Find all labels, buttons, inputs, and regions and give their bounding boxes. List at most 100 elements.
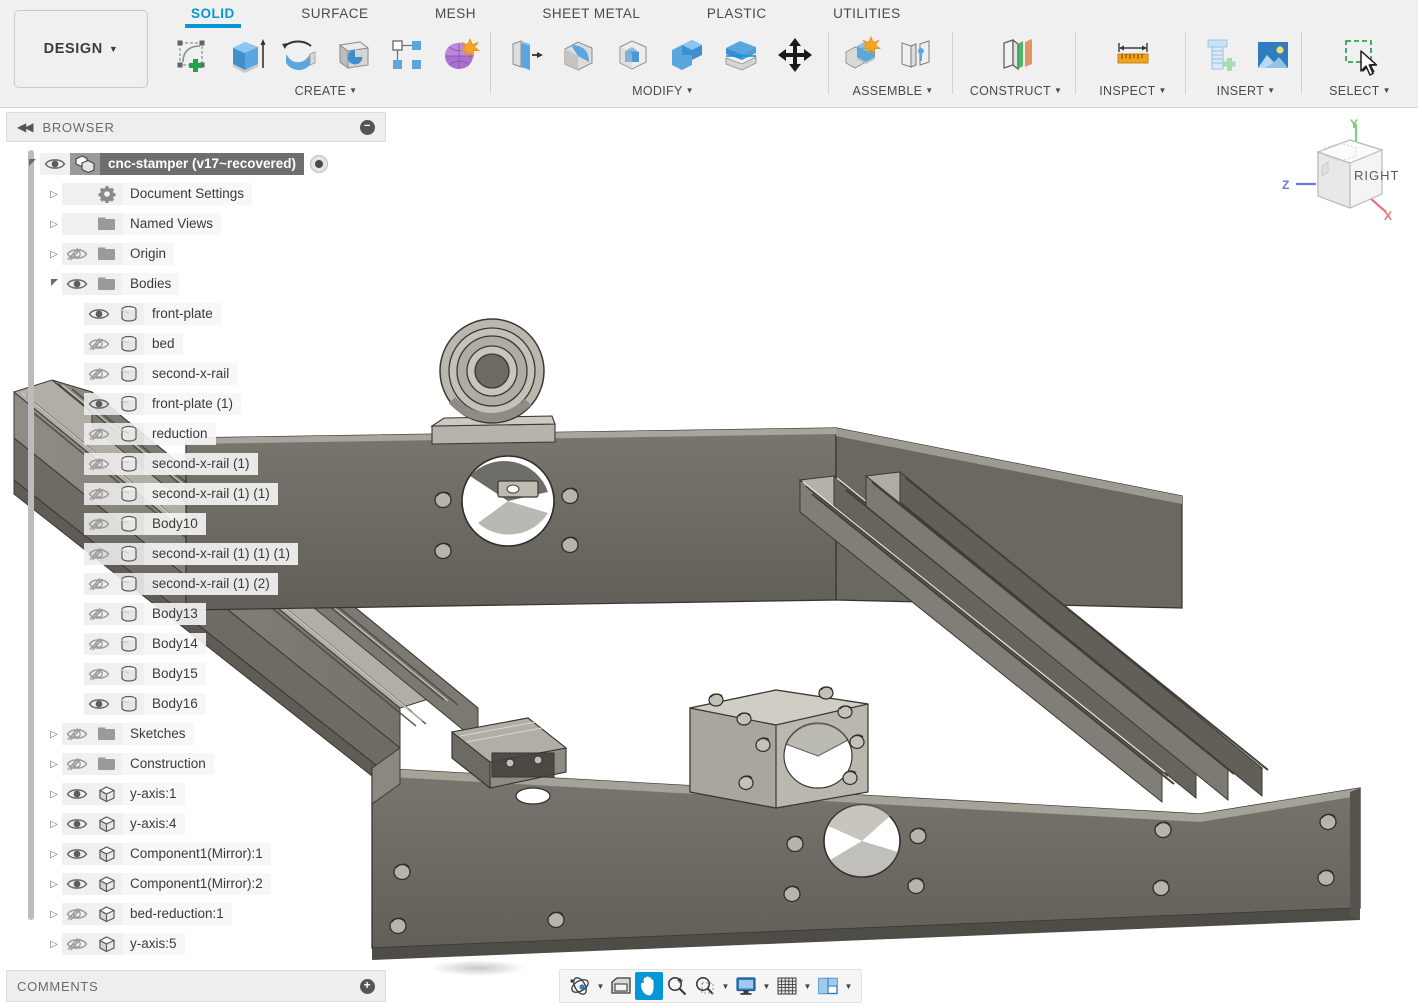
eye-visible-icon[interactable] [84,693,114,715]
panel-insert-label[interactable]: INSERT▼ [1191,84,1301,98]
insert-mcmaster-icon[interactable] [1192,28,1246,82]
expand-arrow-closed-icon[interactable]: ▷ [46,939,62,950]
chevron-down-icon[interactable]: ▼ [842,982,855,991]
form-icon[interactable] [433,28,487,82]
tab-plastic[interactable]: PLASTIC [707,0,767,25]
eye-hidden-icon[interactable] [84,633,114,655]
eye-hidden-icon[interactable] [84,663,114,685]
eye-visible-icon[interactable] [62,273,92,295]
orbit-icon[interactable] [566,972,594,1000]
panel-modify-label[interactable]: MODIFY▼ [498,84,828,98]
tree-node-label[interactable]: cnc-stamper (v17~recovered) [100,153,304,175]
measure-icon[interactable] [1106,28,1160,82]
eye-hidden-icon[interactable] [84,423,114,445]
tree-node-label[interactable]: bed [144,333,183,355]
expand-arrow-closed-icon[interactable]: ▷ [46,819,62,830]
tree-row[interactable]: second-x-rail (1) (1) [6,479,386,509]
panel-inspect-label[interactable]: INSPECT▼ [1081,84,1185,98]
offset-plane-icon[interactable] [989,28,1043,82]
expand-arrow-closed-icon[interactable]: ▷ [46,729,62,740]
eye-hidden-icon[interactable] [62,723,92,745]
tree-node-label[interactable]: Bodies [122,273,179,295]
tree-node-label[interactable]: second-x-rail [144,363,237,385]
tree-row[interactable]: ▷bed-reduction:1 [6,899,386,929]
eye-visible-icon[interactable] [84,303,114,325]
tree-node-label[interactable]: Origin [122,243,174,265]
new-component-icon[interactable] [834,28,888,82]
tree-row[interactable]: Body13 [6,599,386,629]
offset-face-icon[interactable] [714,28,768,82]
chevron-down-icon[interactable]: ▼ [801,982,814,991]
combine-icon[interactable] [660,28,714,82]
tree-node-label[interactable]: Component1(Mirror):2 [122,873,271,895]
viewcube[interactable]: Y Z X RIGHT [1278,116,1398,226]
expand-arrow-closed-icon[interactable]: ▷ [46,849,62,860]
tree-node-label[interactable]: Document Settings [122,183,252,205]
tree-row[interactable]: Body15 [6,659,386,689]
tree-row[interactable]: reduction [6,419,386,449]
tree-row[interactable]: Body10 [6,509,386,539]
tree-row[interactable]: second-x-rail (1) (1) (1) [6,539,386,569]
chevron-down-icon[interactable]: ▼ [594,982,607,991]
expand-arrow-closed-icon[interactable]: ▷ [46,249,62,260]
tree-node-label[interactable]: front-plate [144,303,221,325]
tree-row[interactable]: Body14 [6,629,386,659]
eye-visible-icon[interactable] [62,813,92,835]
expand-arrow-closed-icon[interactable]: ▷ [46,189,62,200]
comments-panel[interactable]: COMMENTS + [6,970,386,1002]
tree-node-label[interactable]: second-x-rail (1) (1) [144,483,278,505]
tree-row[interactable]: front-plate [6,299,386,329]
activate-component-radio[interactable] [310,155,328,173]
extrude-icon[interactable] [219,28,273,82]
tree-node-label[interactable]: Component1(Mirror):1 [122,843,271,865]
expand-arrow-closed-icon[interactable]: ▷ [46,879,62,890]
create-sketch-icon[interactable] [165,28,219,82]
joint-icon[interactable] [888,28,942,82]
insert-canvas-icon[interactable] [1246,28,1300,82]
panel-select-label[interactable]: SELECT▼ [1307,84,1413,98]
tree-node-label[interactable]: Body15 [144,663,206,685]
tree-node-label[interactable]: second-x-rail (1) [144,453,258,475]
tree-row[interactable]: ▷Named Views [6,209,386,239]
tab-surface[interactable]: SURFACE [301,0,368,25]
expand-arrow-closed-icon[interactable]: ▷ [46,759,62,770]
tree-row[interactable]: ▷y-axis:5 [6,929,386,959]
tree-row[interactable]: ▷ Construction [6,749,386,779]
collapse-left-icon[interactable]: ◀◀ [17,120,31,134]
tree-row[interactable]: Bodies [6,269,386,299]
eye-hidden-icon[interactable] [62,753,92,775]
tab-solid[interactable]: SOLID [191,0,235,25]
tree-row[interactable]: bed [6,329,386,359]
tab-sheet-metal[interactable]: SHEET METAL [542,0,640,25]
eye-hidden-icon[interactable] [84,333,114,355]
tree-node-label[interactable]: Body14 [144,633,206,655]
eye-visible-icon[interactable] [62,783,92,805]
tree-row[interactable]: ▷ y-axis:4 [6,809,386,839]
tree-row[interactable]: front-plate (1) [6,389,386,419]
sweep-icon[interactable] [326,28,380,82]
eye-hidden-icon[interactable] [84,453,114,475]
pan-icon[interactable] [635,972,663,1000]
minus-icon[interactable]: − [360,120,375,135]
tree-node-label[interactable]: Named Views [122,213,221,235]
tree-node-label[interactable]: Body10 [144,513,206,535]
chevron-down-icon[interactable]: ▼ [760,982,773,991]
expand-arrow-closed-icon[interactable]: ▷ [46,909,62,920]
tree-row[interactable]: Body16 [6,689,386,719]
eye-hidden-icon[interactable] [62,903,92,925]
tree-row[interactable]: ▷ Document Settings [6,179,386,209]
expand-arrow-open-icon[interactable] [46,281,62,288]
tree-node-label[interactable]: reduction [144,423,216,445]
shell-icon[interactable] [606,28,660,82]
tree-node-label[interactable]: second-x-rail (1) (2) [144,573,278,595]
tree-node-label[interactable]: Construction [122,753,214,775]
tree-node-label[interactable]: y-axis:4 [122,813,185,835]
look-at-icon[interactable] [607,972,635,1000]
zoom-window-icon[interactable] [691,972,719,1000]
tree-row[interactable]: ▷Sketches [6,719,386,749]
eye-hidden-icon[interactable] [84,363,114,385]
eye-visible-icon[interactable] [62,873,92,895]
eye-visible-icon[interactable] [84,393,114,415]
tab-mesh[interactable]: MESH [435,0,476,25]
tree-row[interactable]: second-x-rail (1) (2) [6,569,386,599]
